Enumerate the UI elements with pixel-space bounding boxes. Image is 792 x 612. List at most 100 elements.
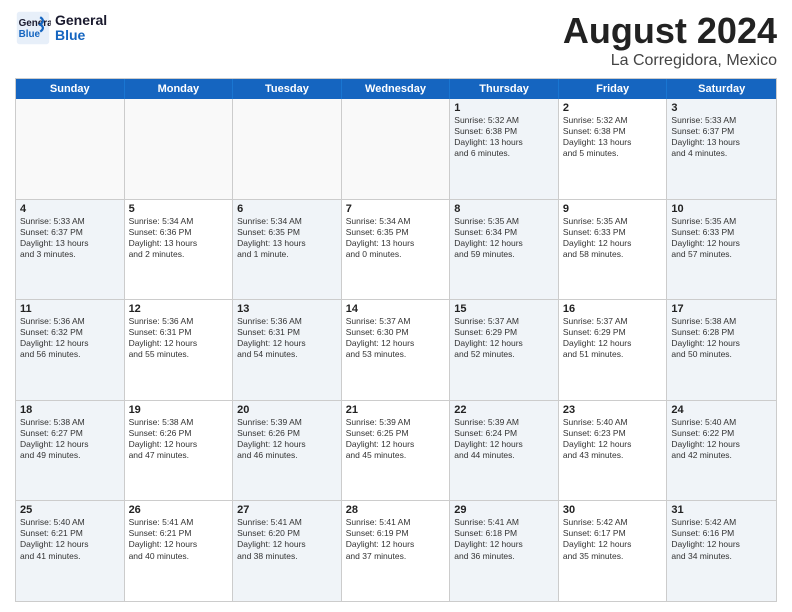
day-info: Sunrise: 5:42 AM Sunset: 6:17 PM Dayligh… [563, 517, 663, 561]
day-cell-26: 26Sunrise: 5:41 AM Sunset: 6:21 PM Dayli… [125, 501, 234, 601]
title-block: August 2024 La Corregidora, Mexico [563, 10, 777, 70]
day-number: 12 [129, 303, 229, 315]
day-cell-25: 25Sunrise: 5:40 AM Sunset: 6:21 PM Dayli… [16, 501, 125, 601]
day-number: 24 [671, 404, 772, 416]
day-cell-9: 9Sunrise: 5:35 AM Sunset: 6:33 PM Daylig… [559, 200, 668, 300]
logo-blue: Blue [55, 28, 107, 43]
day-info: Sunrise: 5:37 AM Sunset: 6:29 PM Dayligh… [563, 316, 663, 360]
day-cell-23: 23Sunrise: 5:40 AM Sunset: 6:23 PM Dayli… [559, 401, 668, 501]
day-number: 2 [563, 102, 663, 114]
empty-cell [16, 99, 125, 199]
day-cell-12: 12Sunrise: 5:36 AM Sunset: 6:31 PM Dayli… [125, 300, 234, 400]
day-info: Sunrise: 5:35 AM Sunset: 6:34 PM Dayligh… [454, 216, 554, 260]
day-cell-8: 8Sunrise: 5:35 AM Sunset: 6:34 PM Daylig… [450, 200, 559, 300]
header-day-wednesday: Wednesday [342, 79, 451, 99]
day-number: 29 [454, 504, 554, 516]
day-cell-2: 2Sunrise: 5:32 AM Sunset: 6:38 PM Daylig… [559, 99, 668, 199]
day-cell-29: 29Sunrise: 5:41 AM Sunset: 6:18 PM Dayli… [450, 501, 559, 601]
calendar-header: SundayMondayTuesdayWednesdayThursdayFrid… [16, 79, 776, 99]
day-info: Sunrise: 5:35 AM Sunset: 6:33 PM Dayligh… [563, 216, 663, 260]
day-cell-24: 24Sunrise: 5:40 AM Sunset: 6:22 PM Dayli… [667, 401, 776, 501]
day-cell-31: 31Sunrise: 5:42 AM Sunset: 6:16 PM Dayli… [667, 501, 776, 601]
day-number: 5 [129, 203, 229, 215]
day-info: Sunrise: 5:32 AM Sunset: 6:38 PM Dayligh… [563, 115, 663, 159]
calendar-body: 1Sunrise: 5:32 AM Sunset: 6:38 PM Daylig… [16, 99, 776, 601]
day-info: Sunrise: 5:40 AM Sunset: 6:22 PM Dayligh… [671, 417, 772, 461]
main-title: August 2024 [563, 10, 777, 52]
day-info: Sunrise: 5:37 AM Sunset: 6:30 PM Dayligh… [346, 316, 446, 360]
day-cell-14: 14Sunrise: 5:37 AM Sunset: 6:30 PM Dayli… [342, 300, 451, 400]
day-number: 9 [563, 203, 663, 215]
svg-text:General: General [19, 18, 51, 29]
day-cell-3: 3Sunrise: 5:33 AM Sunset: 6:37 PM Daylig… [667, 99, 776, 199]
logo: General Blue General Blue [15, 10, 107, 46]
day-number: 25 [20, 504, 120, 516]
header-day-friday: Friday [559, 79, 668, 99]
week-row-2: 4Sunrise: 5:33 AM Sunset: 6:37 PM Daylig… [16, 199, 776, 300]
day-number: 16 [563, 303, 663, 315]
day-cell-13: 13Sunrise: 5:36 AM Sunset: 6:31 PM Dayli… [233, 300, 342, 400]
day-number: 11 [20, 303, 120, 315]
day-cell-18: 18Sunrise: 5:38 AM Sunset: 6:27 PM Dayli… [16, 401, 125, 501]
day-info: Sunrise: 5:40 AM Sunset: 6:21 PM Dayligh… [20, 517, 120, 561]
day-info: Sunrise: 5:36 AM Sunset: 6:32 PM Dayligh… [20, 316, 120, 360]
day-cell-6: 6Sunrise: 5:34 AM Sunset: 6:35 PM Daylig… [233, 200, 342, 300]
day-number: 31 [671, 504, 772, 516]
day-cell-4: 4Sunrise: 5:33 AM Sunset: 6:37 PM Daylig… [16, 200, 125, 300]
logo-general: General [55, 13, 107, 28]
subtitle: La Corregidora, Mexico [563, 52, 777, 70]
day-number: 4 [20, 203, 120, 215]
day-info: Sunrise: 5:32 AM Sunset: 6:38 PM Dayligh… [454, 115, 554, 159]
day-number: 10 [671, 203, 772, 215]
day-cell-22: 22Sunrise: 5:39 AM Sunset: 6:24 PM Dayli… [450, 401, 559, 501]
day-cell-17: 17Sunrise: 5:38 AM Sunset: 6:28 PM Dayli… [667, 300, 776, 400]
day-info: Sunrise: 5:39 AM Sunset: 6:25 PM Dayligh… [346, 417, 446, 461]
day-info: Sunrise: 5:41 AM Sunset: 6:18 PM Dayligh… [454, 517, 554, 561]
day-info: Sunrise: 5:34 AM Sunset: 6:35 PM Dayligh… [237, 216, 337, 260]
day-number: 30 [563, 504, 663, 516]
day-cell-5: 5Sunrise: 5:34 AM Sunset: 6:36 PM Daylig… [125, 200, 234, 300]
page: General Blue General Blue August 2024 La… [0, 0, 792, 612]
day-cell-7: 7Sunrise: 5:34 AM Sunset: 6:35 PM Daylig… [342, 200, 451, 300]
header-day-sunday: Sunday [16, 79, 125, 99]
day-number: 3 [671, 102, 772, 114]
calendar: SundayMondayTuesdayWednesdayThursdayFrid… [15, 78, 777, 602]
day-info: Sunrise: 5:39 AM Sunset: 6:24 PM Dayligh… [454, 417, 554, 461]
day-info: Sunrise: 5:39 AM Sunset: 6:26 PM Dayligh… [237, 417, 337, 461]
week-row-1: 1Sunrise: 5:32 AM Sunset: 6:38 PM Daylig… [16, 99, 776, 199]
day-number: 8 [454, 203, 554, 215]
day-info: Sunrise: 5:42 AM Sunset: 6:16 PM Dayligh… [671, 517, 772, 561]
week-row-5: 25Sunrise: 5:40 AM Sunset: 6:21 PM Dayli… [16, 500, 776, 601]
day-number: 7 [346, 203, 446, 215]
day-info: Sunrise: 5:34 AM Sunset: 6:35 PM Dayligh… [346, 216, 446, 260]
day-number: 22 [454, 404, 554, 416]
day-number: 19 [129, 404, 229, 416]
empty-cell [233, 99, 342, 199]
day-number: 15 [454, 303, 554, 315]
week-row-3: 11Sunrise: 5:36 AM Sunset: 6:32 PM Dayli… [16, 299, 776, 400]
day-number: 17 [671, 303, 772, 315]
day-info: Sunrise: 5:38 AM Sunset: 6:27 PM Dayligh… [20, 417, 120, 461]
logo-icon: General Blue [15, 10, 51, 46]
day-info: Sunrise: 5:33 AM Sunset: 6:37 PM Dayligh… [20, 216, 120, 260]
empty-cell [125, 99, 234, 199]
day-cell-15: 15Sunrise: 5:37 AM Sunset: 6:29 PM Dayli… [450, 300, 559, 400]
day-info: Sunrise: 5:33 AM Sunset: 6:37 PM Dayligh… [671, 115, 772, 159]
day-info: Sunrise: 5:40 AM Sunset: 6:23 PM Dayligh… [563, 417, 663, 461]
day-info: Sunrise: 5:38 AM Sunset: 6:28 PM Dayligh… [671, 316, 772, 360]
day-number: 28 [346, 504, 446, 516]
day-info: Sunrise: 5:41 AM Sunset: 6:21 PM Dayligh… [129, 517, 229, 561]
day-info: Sunrise: 5:34 AM Sunset: 6:36 PM Dayligh… [129, 216, 229, 260]
empty-cell [342, 99, 451, 199]
day-number: 6 [237, 203, 337, 215]
day-number: 27 [237, 504, 337, 516]
day-number: 1 [454, 102, 554, 114]
day-cell-28: 28Sunrise: 5:41 AM Sunset: 6:19 PM Dayli… [342, 501, 451, 601]
day-info: Sunrise: 5:38 AM Sunset: 6:26 PM Dayligh… [129, 417, 229, 461]
day-cell-16: 16Sunrise: 5:37 AM Sunset: 6:29 PM Dayli… [559, 300, 668, 400]
header: General Blue General Blue August 2024 La… [15, 10, 777, 70]
day-cell-1: 1Sunrise: 5:32 AM Sunset: 6:38 PM Daylig… [450, 99, 559, 199]
svg-text:Blue: Blue [19, 29, 41, 40]
day-cell-19: 19Sunrise: 5:38 AM Sunset: 6:26 PM Dayli… [125, 401, 234, 501]
day-number: 20 [237, 404, 337, 416]
